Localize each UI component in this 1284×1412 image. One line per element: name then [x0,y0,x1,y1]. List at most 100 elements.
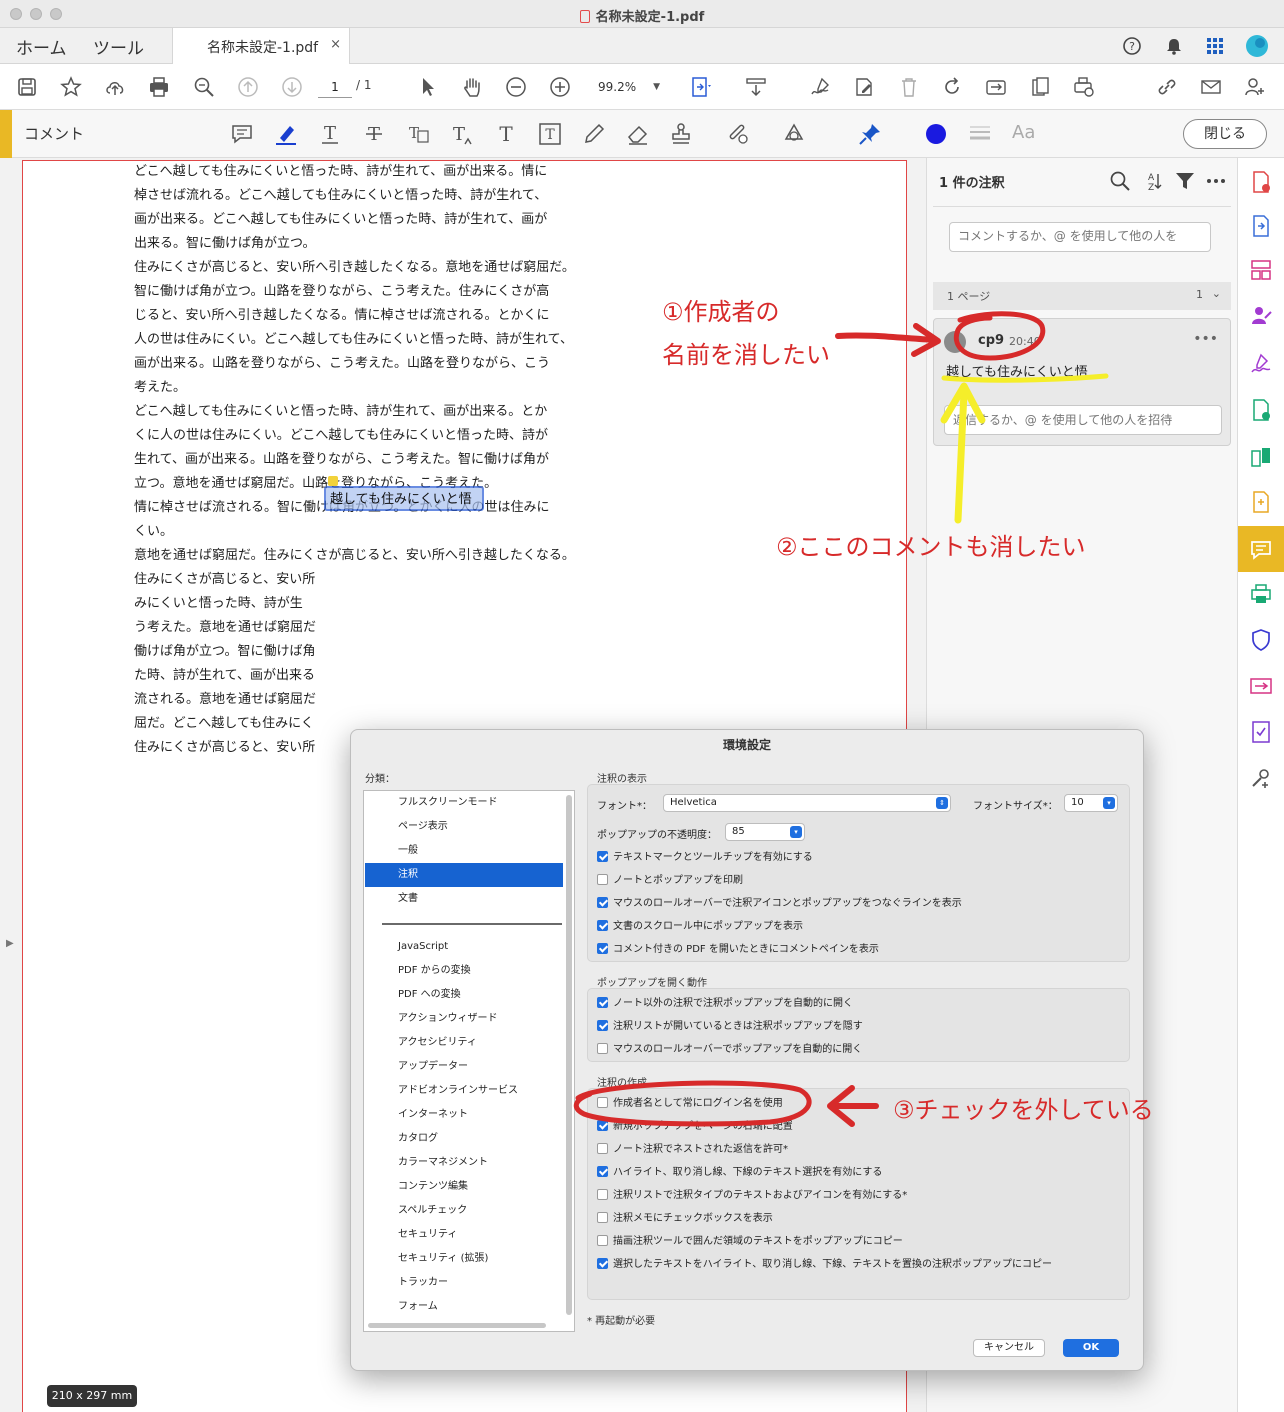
category-list[interactable]: フルスクリーンモード ページ表示 一般 注釈 文書 JavaScript PDF… [363,790,575,1332]
category-item[interactable]: フォーム [365,1295,563,1319]
category-item-selected[interactable]: 注釈 [365,863,563,887]
print-icon[interactable] [148,76,170,98]
checkbox-row[interactable]: コメント付きの PDF を開いたときにコメントペインを表示 [597,942,879,958]
category-item[interactable]: 文書 [365,887,563,911]
strikethrough-text-icon[interactable]: T [362,122,386,146]
color-picker-icon[interactable] [924,122,948,146]
cancel-button[interactable]: キャンセル [973,1339,1045,1357]
previous-page-icon[interactable] [237,76,259,98]
opacity-select[interactable]: 85 ▾ [725,823,805,841]
eraser-icon[interactable] [626,122,650,146]
pencil-icon[interactable] [582,122,606,146]
category-item[interactable]: トラッカー [365,1271,563,1295]
reply-input[interactable]: 返信するか、@ を使用して他の人を招待 [944,405,1222,435]
filter-icon[interactable] [1174,170,1196,192]
rotate-icon[interactable] [941,76,963,98]
pin-icon[interactable] [858,122,882,146]
ok-button[interactable]: OK [1063,1339,1119,1357]
category-item[interactable]: カタログ [365,1127,563,1151]
vertical-scrollbar[interactable] [566,795,572,1315]
more-options-icon[interactable] [1205,170,1227,192]
font-select[interactable]: Helvetica ⇕ [663,794,951,812]
checkbox-row[interactable]: ノート注釈でネストされた返信を許可* [597,1142,788,1158]
fill-sign-icon[interactable] [809,76,831,98]
checkbox-row[interactable]: マウスのロールオーバーでポップアップを自動的に開く [597,1042,862,1058]
print-production-icon[interactable] [1073,76,1095,98]
user-avatar-icon[interactable] [1245,34,1269,58]
request-signature-icon[interactable] [1249,304,1273,328]
comment-icon[interactable] [1249,538,1273,562]
category-item[interactable]: JavaScript [365,935,563,959]
category-item[interactable]: インターネット [365,1103,563,1127]
next-page-icon[interactable] [281,76,303,98]
save-icon[interactable] [16,76,38,98]
checkbox-row[interactable]: 選択したテキストをハイライト、取り消し線、下線、テキストを置換の注釈ポップアップ… [597,1257,1052,1273]
comment-marker-icon[interactable] [328,476,338,486]
category-item[interactable]: スペルチェック [365,1199,563,1223]
checkbox-row[interactable]: マウスのロールオーバーで注釈アイコンとポップアップをつなぐラインを表示 [597,896,962,912]
hand-tool-icon[interactable] [461,76,483,98]
export-pdf-icon[interactable] [1249,214,1273,238]
zoom-search-icon[interactable] [193,76,215,98]
checkbox-checked[interactable] [597,1120,608,1131]
checkbox-row[interactable]: テキストマークとツールチップを有効にする [597,850,813,866]
edit-pdf-icon[interactable] [853,76,875,98]
organize-pages-icon[interactable] [1249,258,1273,282]
email-icon[interactable] [1200,76,1222,98]
checkbox-checked[interactable] [597,943,608,954]
fit-page-icon[interactable] [690,76,712,98]
delete-page-icon[interactable] [898,76,920,98]
tab-tools[interactable]: ツール [93,34,144,59]
checkbox-row[interactable]: 描画注釈ツールで囲んだ領域のテキストをポップアップにコピー [597,1234,903,1250]
sort-icon[interactable]: AZ [1142,170,1164,192]
comment-card[interactable]: cp9 20:40 ••• 越しても住みにくいと悟 返信するか、@ を使用して他… [933,318,1231,446]
checkbox-unchecked[interactable] [597,1097,608,1108]
search-icon[interactable] [1109,170,1131,192]
category-item[interactable]: セキュリティ [365,1223,563,1247]
zoom-in-icon[interactable] [549,76,571,98]
attach-file-icon[interactable] [726,122,750,146]
apps-grid-icon[interactable] [1205,36,1225,56]
page-group-header[interactable]: 1 ページ 1 ⌄ [933,282,1231,310]
checkbox-unchecked[interactable] [597,1143,608,1154]
checkbox-unchecked[interactable] [597,1189,608,1200]
add-text-icon[interactable]: T [494,122,518,146]
category-item[interactable]: フルスクリーンモード [365,791,563,815]
category-item[interactable]: アドビオンラインサービス [365,1079,563,1103]
category-item[interactable]: アクションウィザード [365,1007,563,1031]
create-pdf-icon[interactable] [1249,170,1273,194]
insert-text-icon[interactable]: T [450,122,474,146]
checkbox-row[interactable]: 注釈リストで注釈タイプのテキストおよびアイコンを有効にする* [597,1188,907,1204]
sticky-note-icon[interactable] [230,122,254,146]
checkbox-row[interactable]: 注釈リストが開いているときは注釈ポップアップを隠す [597,1019,863,1035]
category-item[interactable]: セキュリティ (拡張) [365,1247,563,1271]
print-production-icon[interactable] [1249,582,1273,606]
line-weight-icon[interactable] [968,122,992,146]
category-item[interactable]: アクセシビリティ [365,1031,563,1055]
checkbox-checked[interactable] [597,1258,608,1269]
send-for-review-icon[interactable] [1249,398,1273,422]
comment-input[interactable]: コメントするか、@ を使用して他の人を [949,222,1211,252]
category-item[interactable]: 一般 [365,839,563,863]
comment-more-icon[interactable]: ••• [1193,331,1218,347]
replace-text-icon[interactable]: T [406,122,430,146]
compare-files-icon[interactable] [1249,446,1273,470]
select-pointer-icon[interactable] [417,76,439,98]
zoom-level-select[interactable]: 99.2% ▼ [588,76,664,98]
redact-icon[interactable] [1249,674,1273,698]
checkbox-unchecked[interactable] [597,1235,608,1246]
category-item[interactable]: アップデーター [365,1055,563,1079]
category-item[interactable]: コンテンツ編集 [365,1175,563,1199]
left-panel-toggle-icon[interactable]: ▶ [6,938,14,949]
close-comment-button[interactable]: 閉じる [1183,119,1267,149]
checkbox-row-login-name[interactable]: 作成者名として常にログイン名を使用 [597,1096,783,1112]
scroll-mode-icon[interactable] [745,76,767,98]
insert-pages-icon[interactable] [1029,76,1051,98]
font-properties-icon[interactable]: Aa [1012,122,1042,146]
forms-check-icon[interactable] [1249,720,1273,744]
checkbox-unchecked[interactable] [597,1043,608,1054]
category-item[interactable]: カラーマネジメント [365,1151,563,1175]
cloud-upload-icon[interactable] [104,76,126,98]
category-item[interactable]: PDF からの変換 [365,959,563,983]
checkbox-row[interactable]: 新規ポップアップをページの右端に配置 [597,1119,793,1135]
